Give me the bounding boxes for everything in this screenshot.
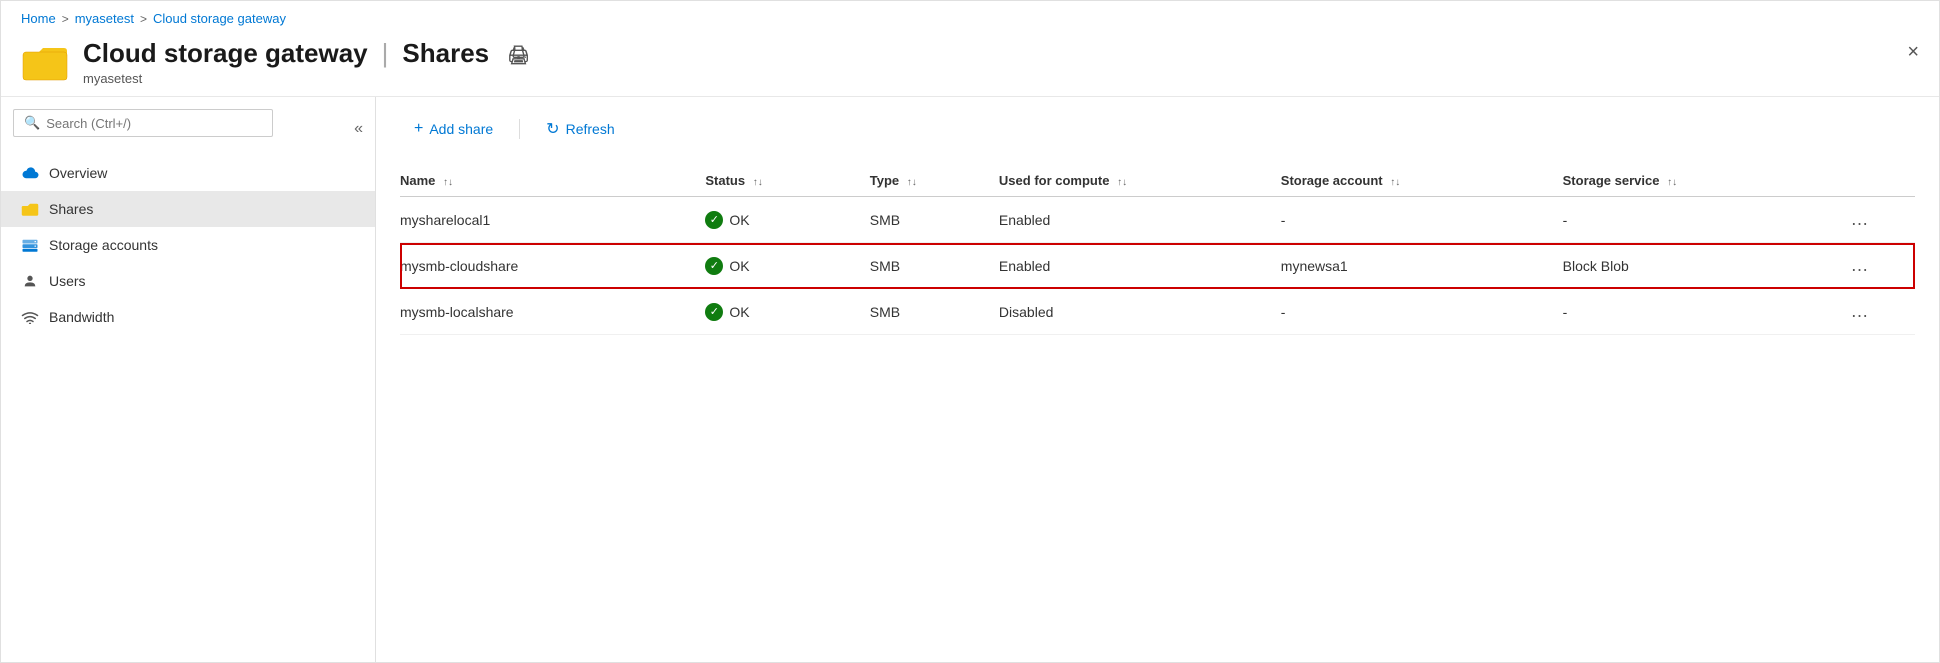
sidebar-item-overview[interactable]: Overview (1, 155, 375, 191)
sidebar-item-shares-label: Shares (49, 201, 93, 217)
cell-actions: … (1845, 289, 1916, 335)
storage-icon (21, 236, 39, 254)
cell-name: mysmb-localshare (400, 289, 705, 335)
search-icon: 🔍 (24, 115, 40, 131)
status-text: OK (729, 304, 749, 320)
resource-subtitle: myasetest (83, 71, 1919, 86)
toolbar-separator (519, 119, 520, 139)
cell-actions: … (1845, 243, 1916, 289)
col-header-storage-account[interactable]: Storage account ↑↓ (1281, 165, 1563, 197)
cell-type: SMB (870, 289, 999, 335)
cell-storage-account: - (1281, 197, 1563, 243)
sort-icon-status: ↑↓ (753, 177, 763, 188)
refresh-label: Refresh (566, 121, 615, 137)
header-title: Cloud storage gateway | Shares 🖨 (83, 38, 1919, 69)
cell-status: ✓ OK (705, 289, 869, 335)
add-share-button[interactable]: + Add share (400, 114, 507, 144)
resource-icon (21, 38, 69, 86)
col-header-status[interactable]: Status ↑↓ (705, 165, 869, 197)
cloud-icon (21, 164, 39, 182)
title-pipe: | (382, 38, 389, 69)
table-body: mysharelocal1 ✓ OK SMB Enabled - - … mys… (400, 197, 1915, 335)
status-text: OK (729, 212, 749, 228)
resource-name: Cloud storage gateway (83, 38, 368, 69)
search-input[interactable] (46, 116, 262, 131)
toolbar: + Add share ↻ Refresh (400, 113, 1915, 145)
cell-storage-account: mynewsa1 (1281, 243, 1563, 289)
main-content: + Add share ↻ Refresh Name ↑↓ (376, 97, 1939, 662)
collapse-sidebar-button[interactable]: « (354, 120, 363, 138)
sort-icon-storage-acct: ↑↓ (1390, 177, 1400, 188)
shares-table: Name ↑↓ Status ↑↓ Type ↑↓ Used for com (400, 165, 1915, 335)
page-header: Cloud storage gateway | Shares 🖨 myasete… (1, 32, 1939, 97)
section-name: Shares (402, 38, 489, 69)
cell-storage-service: - (1563, 289, 1845, 335)
col-header-compute[interactable]: Used for compute ↑↓ (999, 165, 1281, 197)
search-row: 🔍 « (1, 109, 375, 149)
wifi-icon (21, 308, 39, 326)
refresh-icon: ↻ (546, 119, 559, 139)
cell-storage-service: - (1563, 197, 1845, 243)
cell-status: ✓ OK (705, 197, 869, 243)
sidebar-item-users[interactable]: Users (1, 263, 375, 299)
row-more-button[interactable]: … (1845, 253, 1877, 278)
search-bar[interactable]: 🔍 (13, 109, 273, 137)
header-text: Cloud storage gateway | Shares 🖨 myasete… (83, 38, 1919, 86)
breadcrumb-sep-1: > (62, 12, 69, 26)
row-more-button[interactable]: … (1845, 299, 1877, 324)
table-row[interactable]: mysmb-localshare ✓ OK SMB Disabled - - … (400, 289, 1915, 335)
sort-icon-type: ↑↓ (907, 177, 917, 188)
col-header-storage-service[interactable]: Storage service ↑↓ (1563, 165, 1845, 197)
breadcrumb-current: Cloud storage gateway (153, 11, 286, 26)
table-row[interactable]: mysmb-cloudshare ✓ OK SMB Enabled mynews… (400, 243, 1915, 289)
status-ok-icon: ✓ (705, 211, 723, 229)
cell-compute: Enabled (999, 243, 1281, 289)
status-ok-icon: ✓ (705, 257, 723, 275)
table-header: Name ↑↓ Status ↑↓ Type ↑↓ Used for com (400, 165, 1915, 197)
add-icon: + (414, 120, 423, 138)
body: 🔍 « Overview (1, 97, 1939, 662)
folder-icon (21, 200, 39, 218)
cell-type: SMB (870, 197, 999, 243)
print-icon[interactable]: 🖨 (507, 45, 530, 66)
breadcrumb-myasetest[interactable]: myasetest (75, 11, 134, 26)
refresh-button[interactable]: ↻ Refresh (532, 113, 628, 145)
cell-type: SMB (870, 243, 999, 289)
sidebar-item-users-label: Users (49, 273, 86, 289)
sidebar-item-storage-accounts[interactable]: Storage accounts (1, 227, 375, 263)
close-button[interactable]: × (1907, 42, 1919, 62)
status-text: OK (729, 258, 749, 274)
sidebar-item-bandwidth[interactable]: Bandwidth (1, 299, 375, 335)
cell-name: mysharelocal1 (400, 197, 705, 243)
sidebar-item-bandwidth-label: Bandwidth (49, 309, 114, 325)
cell-storage-account: - (1281, 289, 1563, 335)
row-more-button[interactable]: … (1845, 207, 1877, 232)
sidebar-item-shares[interactable]: Shares (1, 191, 375, 227)
breadcrumb: Home > myasetest > Cloud storage gateway (1, 1, 1939, 32)
table-row[interactable]: mysharelocal1 ✓ OK SMB Enabled - - … (400, 197, 1915, 243)
cell-compute: Disabled (999, 289, 1281, 335)
sort-icon-name: ↑↓ (443, 177, 453, 188)
user-icon (21, 272, 39, 290)
sort-icon-storage-svc: ↑↓ (1667, 177, 1677, 188)
cell-status: ✓ OK (705, 243, 869, 289)
sidebar-item-storage-accounts-label: Storage accounts (49, 237, 158, 253)
col-header-actions (1845, 165, 1916, 197)
col-header-name[interactable]: Name ↑↓ (400, 165, 705, 197)
breadcrumb-sep-2: > (140, 12, 147, 26)
cell-name: mysmb-cloudshare (400, 243, 705, 289)
col-header-type[interactable]: Type ↑↓ (870, 165, 999, 197)
sort-icon-compute: ↑↓ (1117, 177, 1127, 188)
status-ok-icon: ✓ (705, 303, 723, 321)
sidebar: 🔍 « Overview (1, 97, 376, 662)
sidebar-item-overview-label: Overview (49, 165, 107, 181)
page-container: Home > myasetest > Cloud storage gateway… (0, 0, 1940, 663)
cell-compute: Enabled (999, 197, 1281, 243)
add-share-label: Add share (429, 121, 493, 137)
cell-actions: … (1845, 197, 1916, 243)
cell-storage-service: Block Blob (1563, 243, 1845, 289)
breadcrumb-home[interactable]: Home (21, 11, 56, 26)
